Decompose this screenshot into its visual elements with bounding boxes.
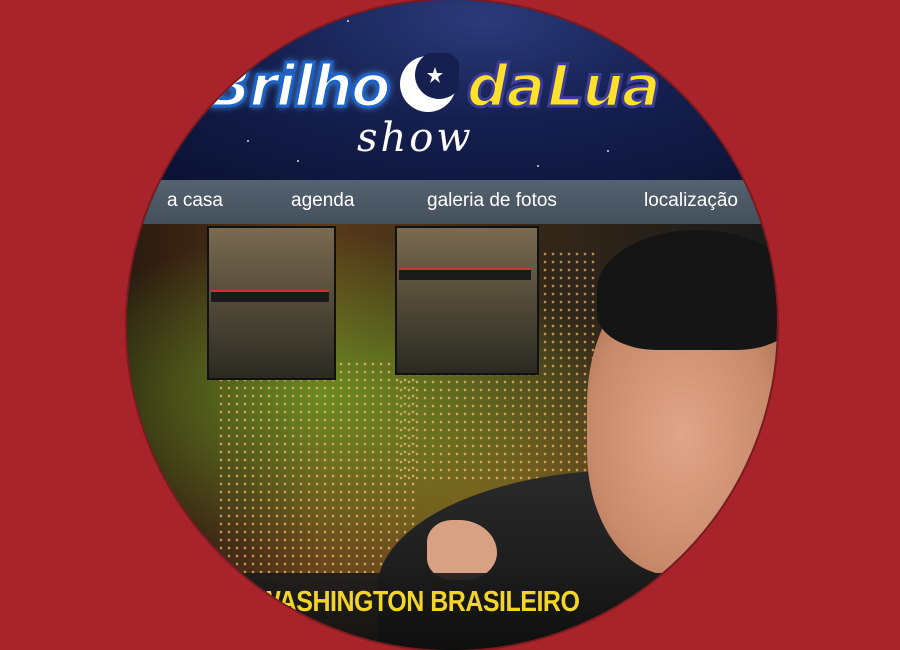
star-decoration [347,20,349,22]
singer-hair [597,230,777,350]
star-decoration [167,30,169,32]
banner-caption: WASHINGTON BRASILEIRO [257,585,580,619]
star-decoration [687,40,689,42]
star-decoration [607,150,609,152]
led-wall-decoration [217,360,417,580]
nav-item-agenda[interactable]: agenda [291,190,354,212]
logo-word-lua: Lua [546,52,662,120]
nav-item-localizacao[interactable]: localização [644,190,738,212]
logo-word-brilho: Brilho [206,52,393,120]
logo-word-da: da [465,52,547,120]
star-decoration [297,160,299,162]
nav-item-galeria-de-fotos[interactable]: galeria de fotos [427,190,557,212]
site-logo[interactable]: Brilho da Lua [206,45,662,120]
crescent-moon-star-icon [397,53,459,115]
logo-subtitle: show [357,115,474,161]
band-photo-keyboardist [207,226,336,380]
star-decoration [727,120,729,122]
star-decoration [247,140,249,142]
nav-item-a-casa[interactable]: a casa [167,190,223,212]
keyboard-decoration [211,290,329,302]
band-photo-keyboardist-2 [395,226,539,375]
site-header: Brilho da Lua show [127,0,777,180]
star-decoration [537,165,539,167]
keyboard-decoration [399,268,531,280]
site-viewport-circle: Brilho da Lua show a casa agenda galeria… [127,0,777,650]
main-nav: a casa agenda galeria de fotos localizaç… [127,180,777,225]
